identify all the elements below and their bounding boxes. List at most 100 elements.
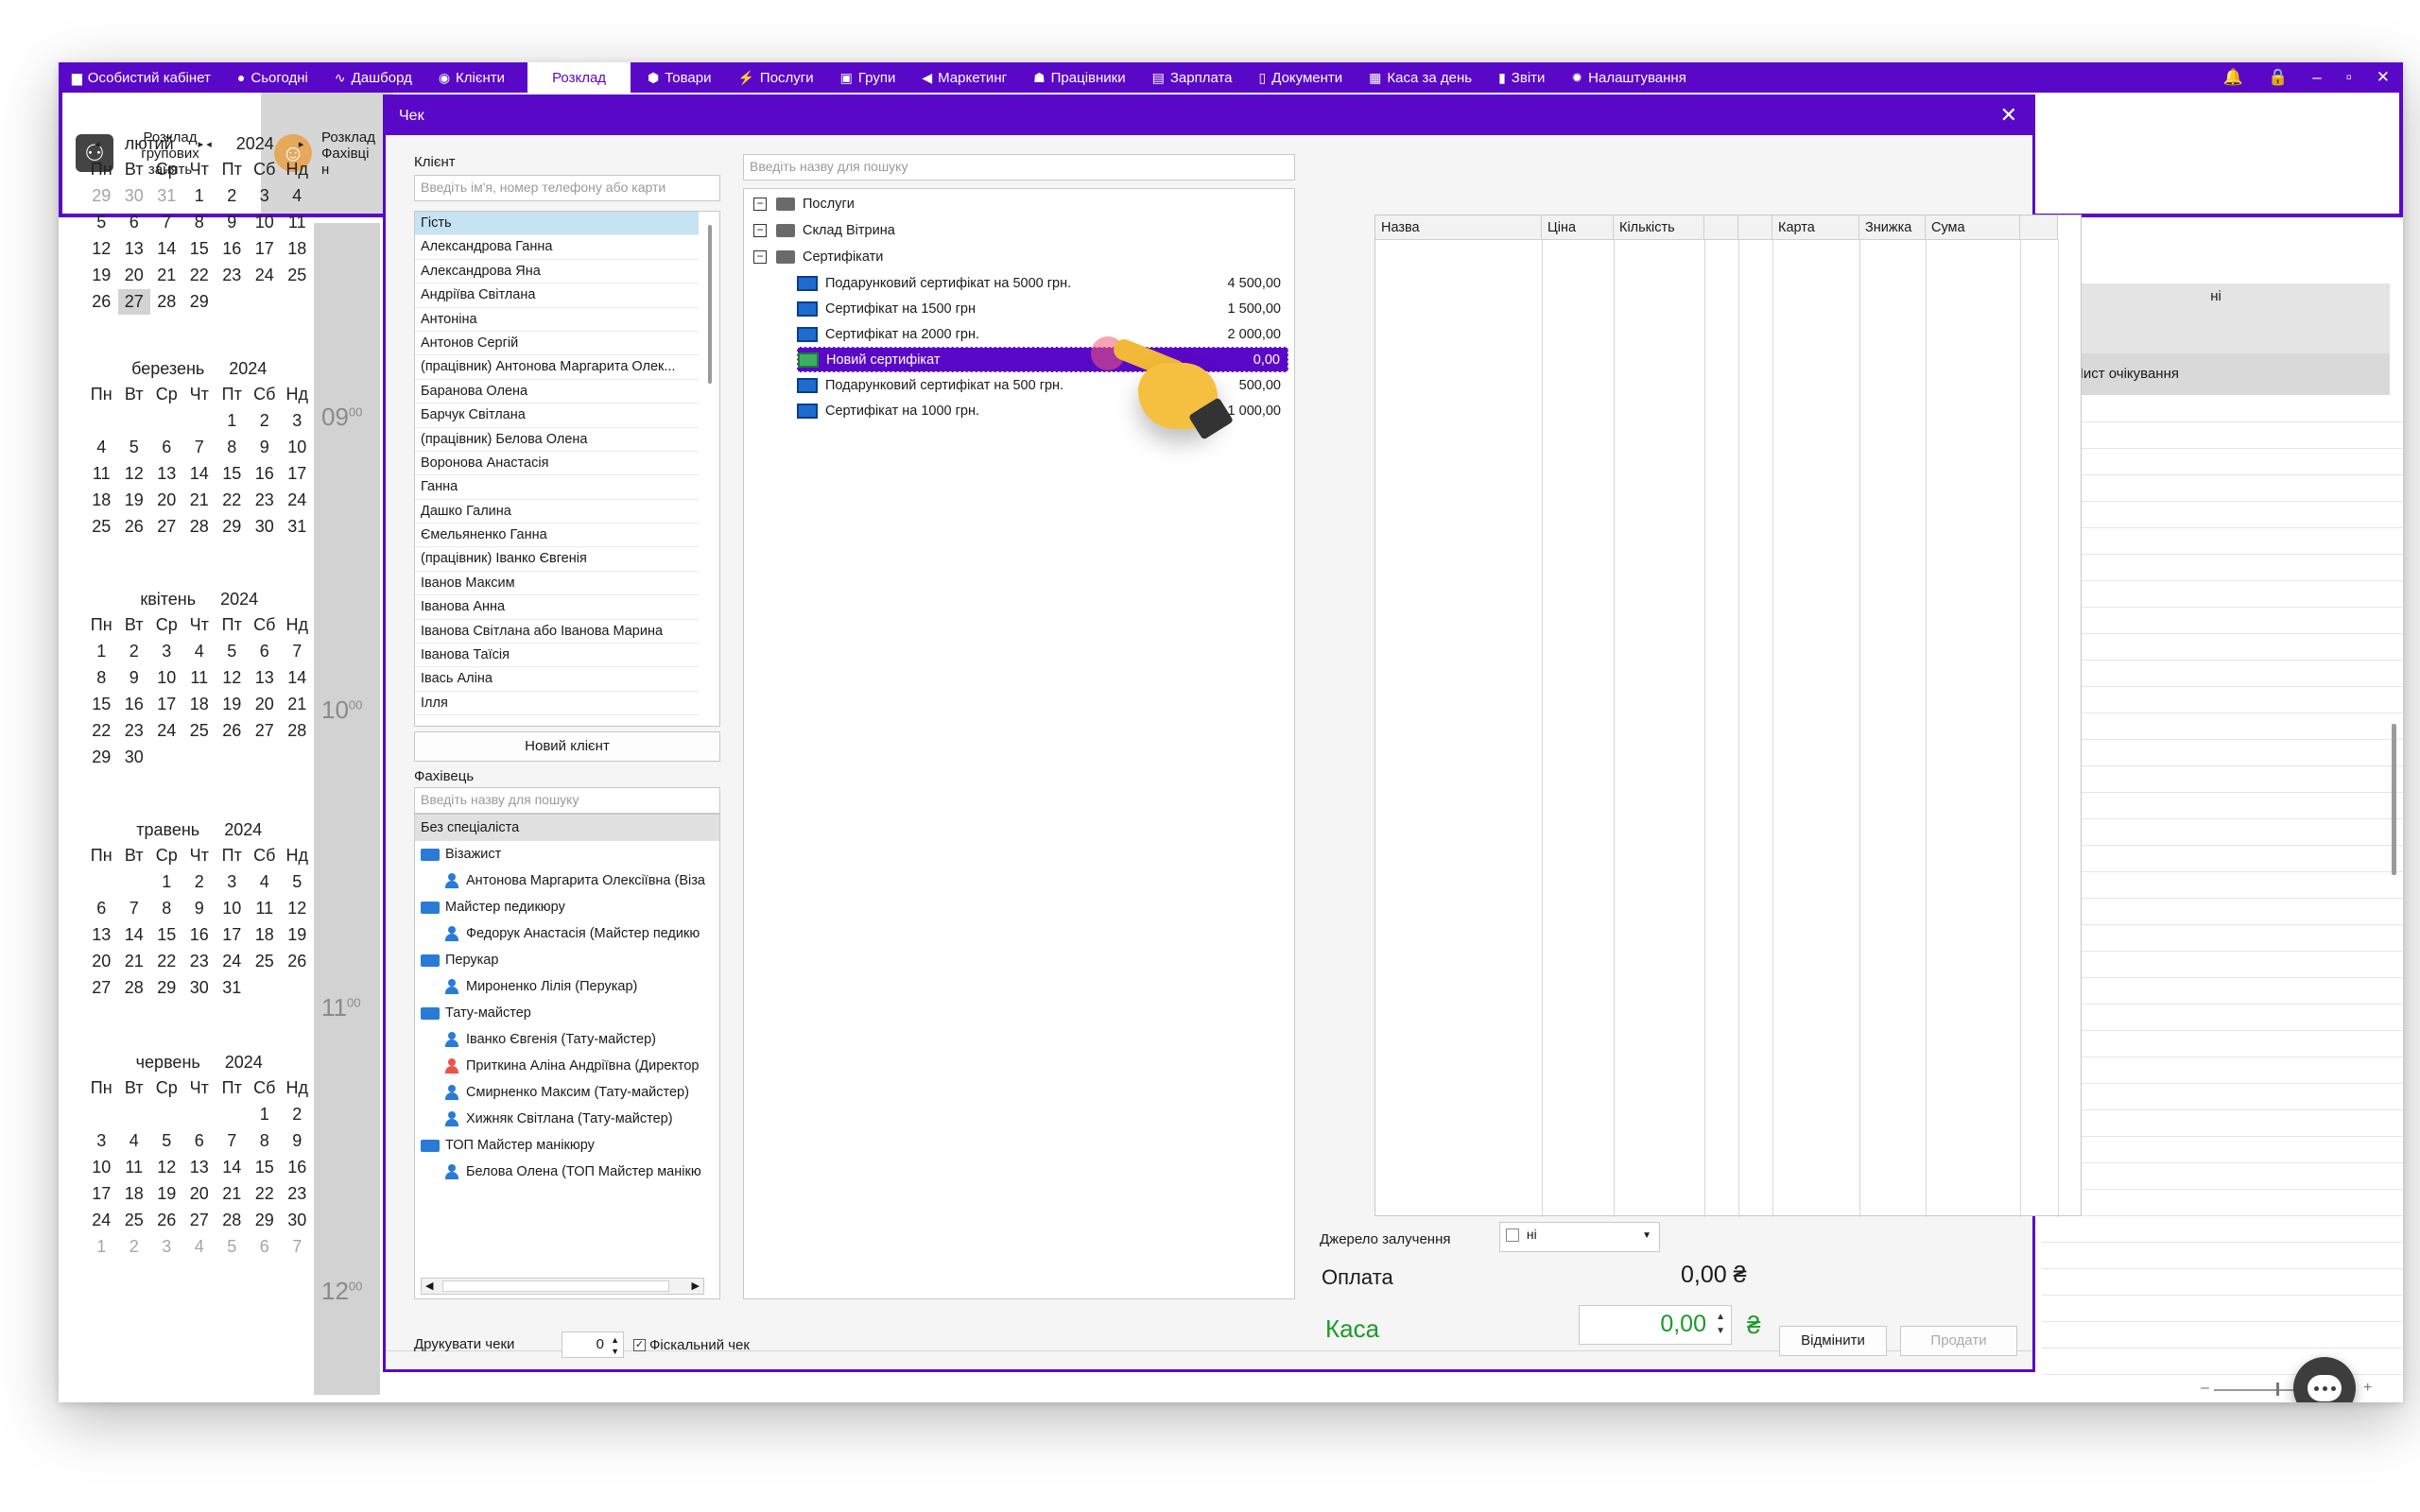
specialist-group[interactable]: Майстер педикюру xyxy=(415,894,719,920)
expand-toggle-icon[interactable]: − xyxy=(753,197,767,211)
calendar-day[interactable]: 14 xyxy=(216,1155,249,1180)
calendar-day[interactable]: 23 xyxy=(281,1181,314,1207)
calendar-day[interactable]: 25 xyxy=(281,263,314,288)
calendar-day[interactable]: 15 xyxy=(216,461,249,487)
calendar-day[interactable]: 28 xyxy=(216,1208,249,1233)
calendar-day[interactable]: 22 xyxy=(216,488,249,513)
calendar-day[interactable]: 8 xyxy=(216,435,249,460)
nav-item-4[interactable]: Розклад xyxy=(527,62,631,93)
calendar-day[interactable]: 29 xyxy=(85,183,118,209)
print-count-spinner[interactable]: ▲ ▼ xyxy=(611,1334,619,1357)
calendar-day[interactable]: 29 xyxy=(216,514,249,540)
calendar-day[interactable]: 18 xyxy=(118,1181,151,1207)
calendar-day[interactable]: 31 xyxy=(281,514,314,540)
calendar-day[interactable]: 13 xyxy=(118,236,151,262)
specialist-item[interactable]: Федорук Анастасія (Майстер педикю xyxy=(415,920,719,947)
client-list-item[interactable]: Баранова Олена xyxy=(415,380,699,404)
client-list-item[interactable]: Воронова Анастасія xyxy=(415,452,699,476)
column-header[interactable]: Знижка xyxy=(1859,215,1926,240)
restore-icon[interactable]: ▫ xyxy=(2346,68,2352,87)
nav-item-11[interactable]: ▯ Документи xyxy=(1246,62,1357,93)
calendar-day[interactable]: 23 xyxy=(118,718,151,744)
column-header[interactable]: Сума xyxy=(1926,215,2020,240)
calendar-day[interactable]: 20 xyxy=(118,263,151,288)
calendar-day[interactable]: 3 xyxy=(281,408,314,434)
nav-item-2[interactable]: ∿ Дашборд xyxy=(321,62,425,93)
certificate-item[interactable]: Подарунковий сертифікат на 5000 грн. 4 50… xyxy=(797,270,1288,296)
client-list-scrollbar[interactable] xyxy=(708,225,712,384)
nav-item-1[interactable]: ● Сьогодні xyxy=(224,62,321,93)
calendar-day[interactable]: 2 xyxy=(118,639,151,664)
client-list-item[interactable]: Іванова Світлана або Іванова Марина xyxy=(415,620,699,644)
calendar-day[interactable]: 28 xyxy=(118,975,151,1001)
calendar-day[interactable]: 10 xyxy=(216,896,249,921)
expand-toggle-icon[interactable]: − xyxy=(753,223,767,237)
specialist-item[interactable]: Мироненко Лілія (Перукар) xyxy=(415,973,719,1000)
client-list-item[interactable]: Дашко Галина xyxy=(415,500,699,524)
calendar-day[interactable]: 26 xyxy=(85,289,118,315)
calendar-day[interactable]: 4 xyxy=(249,869,282,895)
client-list-item[interactable]: Ємельяненко Ганна xyxy=(415,524,699,548)
nav-item-12[interactable]: ▦ Каса за день xyxy=(1356,62,1485,93)
calendar-day[interactable]: 3 xyxy=(216,869,249,895)
client-list-item[interactable]: Іванова Таїсія xyxy=(415,644,699,668)
calendar-day[interactable]: 24 xyxy=(249,263,282,288)
calendar-day[interactable]: 24 xyxy=(150,718,183,744)
calendar-day[interactable]: 25 xyxy=(85,514,118,540)
calendar-day[interactable]: 15 xyxy=(85,692,118,717)
calendar-day[interactable]: 25 xyxy=(118,1208,151,1233)
calendar-day[interactable]: 27 xyxy=(249,718,282,744)
cancel-button[interactable]: Відмінити xyxy=(1779,1326,1887,1356)
calendar-day[interactable]: 8 xyxy=(249,1128,282,1154)
calendar-day[interactable]: 19 xyxy=(150,1181,183,1207)
calendar-day[interactable]: 27 xyxy=(85,975,118,1001)
calendar-day[interactable]: 11 xyxy=(85,461,118,487)
calendar-day[interactable]: 10 xyxy=(249,210,282,235)
client-list-item[interactable]: Ілля xyxy=(415,692,699,716)
calendar-day[interactable]: 31 xyxy=(216,975,249,1001)
calendar-day[interactable]: 24 xyxy=(281,488,314,513)
calendar-day[interactable]: 29 xyxy=(249,1208,282,1233)
calendar-day[interactable]: 18 xyxy=(281,236,314,262)
source-select[interactable]: ні ▼ xyxy=(1499,1222,1660,1252)
calendar-day[interactable]: 12 xyxy=(118,461,151,487)
close-icon[interactable]: ✕ xyxy=(2000,103,2017,128)
calendar-day[interactable]: 26 xyxy=(150,1208,183,1233)
expand-toggle-icon[interactable]: − xyxy=(753,249,767,264)
calendar-day[interactable]: 8 xyxy=(85,665,118,691)
column-header[interactable]: Кількість xyxy=(1614,215,1704,240)
calendar-day[interactable]: 3 xyxy=(150,1234,183,1260)
calendar-day[interactable]: 23 xyxy=(216,263,249,288)
client-search-input[interactable]: Введіть ім'я, номер телефону або карти xyxy=(414,175,720,201)
column-header[interactable]: Ціна xyxy=(1542,215,1614,240)
calendar-day[interactable]: 4 xyxy=(183,1234,216,1260)
calendar-day[interactable]: 1 xyxy=(150,869,183,895)
calendar-day[interactable]: 1 xyxy=(85,639,118,664)
calendar-day[interactable]: 9 xyxy=(249,435,282,460)
nav-item-0[interactable]: ▆ Особистий кабінет xyxy=(59,62,224,93)
calendar-day[interactable]: 5 xyxy=(85,210,118,235)
calendar-day[interactable]: 13 xyxy=(249,665,282,691)
calendar-day[interactable]: 11 xyxy=(183,665,216,691)
calendar-day[interactable]: 7 xyxy=(281,1234,314,1260)
calendar-day[interactable]: 15 xyxy=(249,1155,282,1180)
calendar-day[interactable]: 16 xyxy=(118,692,151,717)
no-specialist-item[interactable]: Без спеціаліста xyxy=(415,815,719,841)
calendar-day[interactable]: 23 xyxy=(249,488,282,513)
calendar-day[interactable]: 29 xyxy=(85,745,118,770)
calendar-day[interactable]: 18 xyxy=(183,692,216,717)
calendar-day[interactable]: 5 xyxy=(216,1234,249,1260)
vertical-scrollbar[interactable] xyxy=(2392,724,2396,875)
client-list-item[interactable]: Александрова Яна xyxy=(415,260,699,284)
column-header[interactable]: Назва xyxy=(1375,215,1542,240)
calendar-day[interactable]: 11 xyxy=(118,1155,151,1180)
calendar-day[interactable]: 1 xyxy=(216,408,249,434)
calendar-day[interactable]: 22 xyxy=(183,263,216,288)
calendar-day[interactable]: 24 xyxy=(216,949,249,974)
calendar-day[interactable]: 6 xyxy=(85,896,118,921)
calendar-day[interactable]: 28 xyxy=(281,718,314,744)
calendar-day[interactable]: 20 xyxy=(249,692,282,717)
calendar-day[interactable]: 25 xyxy=(249,949,282,974)
client-list-item[interactable]: Андріїва Світлана xyxy=(415,284,699,308)
calendar-day[interactable]: 30 xyxy=(118,183,151,209)
